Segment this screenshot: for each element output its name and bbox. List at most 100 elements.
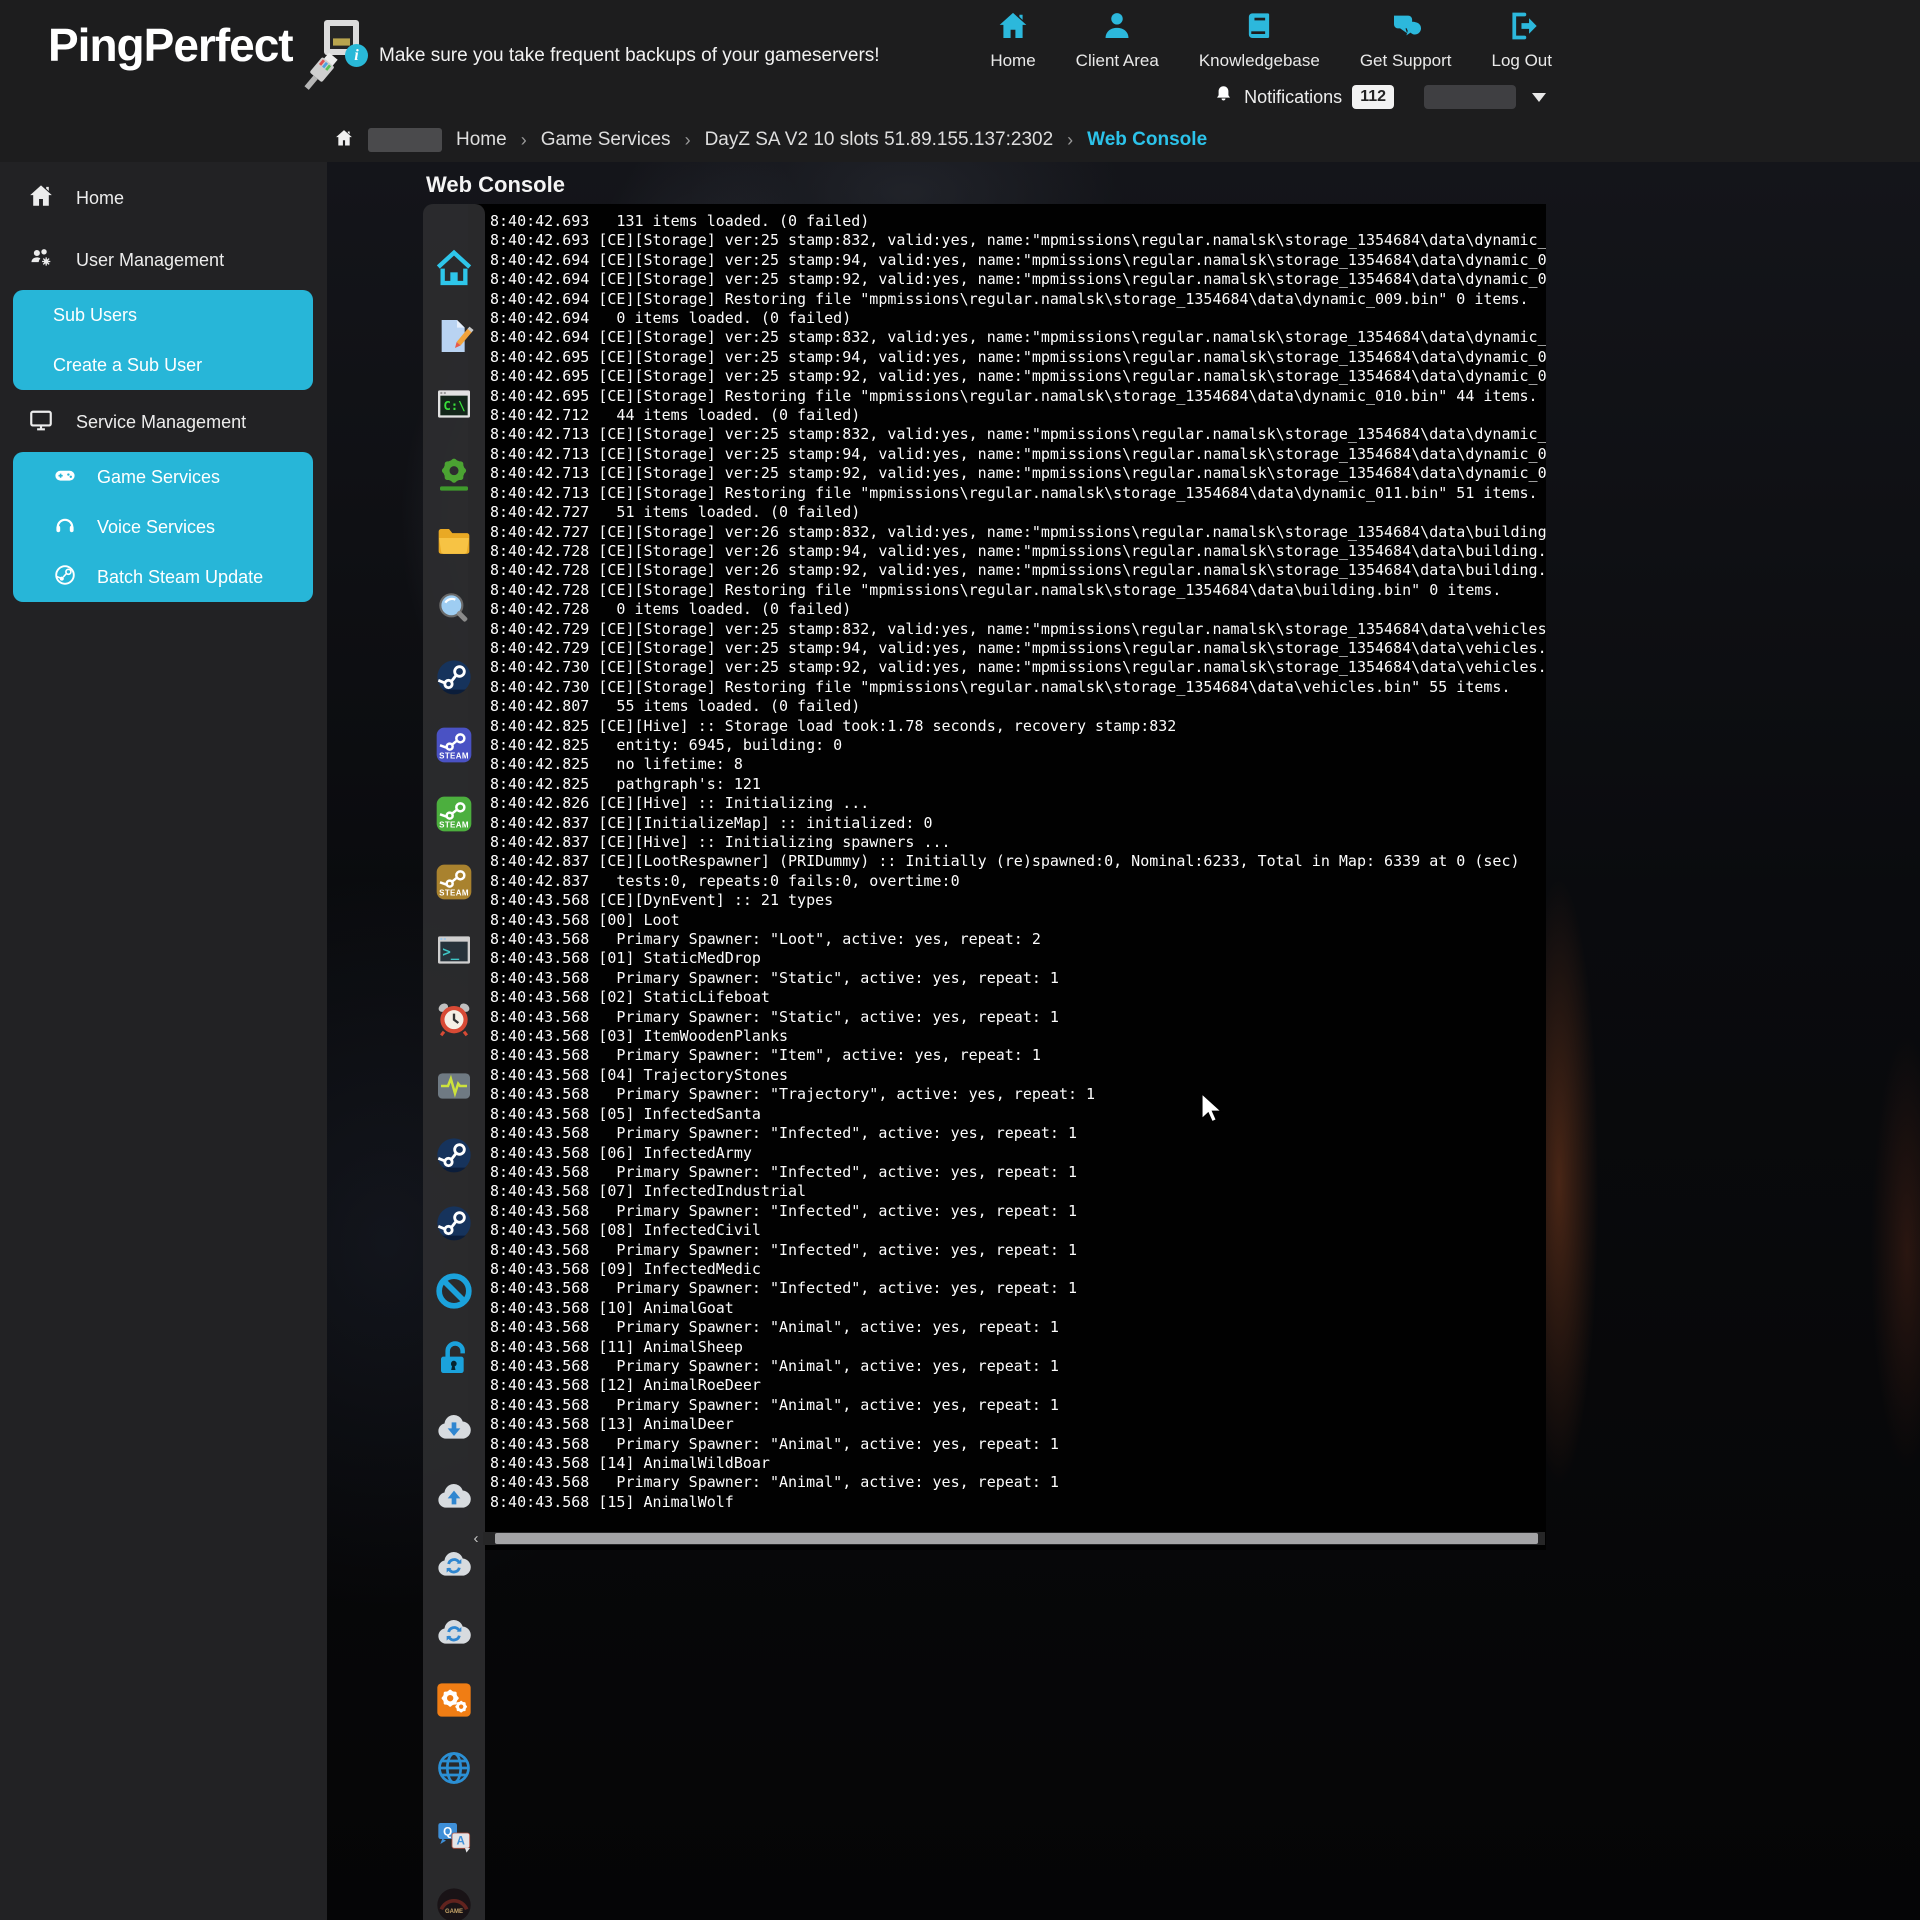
notifications-label[interactable]: Notifications [1244, 87, 1342, 108]
users-gear-icon [28, 245, 54, 276]
logout-icon [1506, 10, 1538, 47]
sidebar: Home User Management Sub Users Create a Su… [0, 0, 327, 1920]
chat-icon [1390, 10, 1422, 47]
breadcrumb-separator: › [1067, 130, 1073, 151]
home-icon [28, 183, 54, 214]
search-icon[interactable] [434, 589, 474, 629]
book-icon [1243, 10, 1275, 47]
cloud-upload-icon[interactable] [434, 1476, 474, 1516]
cloud-sync-icon[interactable] [434, 1544, 474, 1584]
backup-notice: i Make sure you take frequent backups of… [345, 44, 880, 67]
svg-text:C:\: C:\ [443, 399, 465, 413]
ban-icon[interactable] [434, 1271, 474, 1311]
sidebar-item-label: Batch Steam Update [97, 567, 263, 588]
sidebar-item-label: Create a Sub User [53, 355, 202, 376]
sidebar-item-batch-steam-update[interactable]: Batch Steam Update [13, 552, 313, 602]
sidebar-item-home[interactable]: Home [0, 176, 327, 220]
home-icon [997, 10, 1029, 47]
breadcrumb-item[interactable]: Game Services [541, 129, 671, 151]
scrollbar-thumb[interactable] [495, 1533, 1538, 1544]
steam-gold-icon[interactable]: STEAM [434, 862, 474, 902]
monitor-icon [28, 407, 54, 438]
sidebar-submenu-panel: Sub Users Create a Sub User [13, 290, 313, 390]
steam-blue-icon[interactable]: STEAM [434, 725, 474, 765]
headset-icon [53, 513, 77, 542]
sidebar-item-label: User Management [76, 250, 224, 271]
terminal-prompt-icon[interactable]: >_ [434, 930, 474, 970]
nav-home[interactable]: Home [990, 10, 1035, 71]
nav-label: Log Out [1492, 51, 1553, 71]
file-edit-icon[interactable] [434, 316, 474, 356]
cloud-sync-icon[interactable] [434, 1612, 474, 1652]
nav-get-support[interactable]: Get Support [1360, 10, 1452, 71]
svg-text:>_: >_ [442, 945, 459, 961]
breadcrumb-item[interactable]: Web Console [1087, 129, 1207, 151]
folder-icon[interactable] [434, 521, 474, 561]
bell-icon [1213, 84, 1234, 110]
notifications-count-badge[interactable]: 112 [1352, 85, 1394, 109]
breadcrumb-separator: › [685, 130, 691, 151]
nav-label: Home [990, 51, 1035, 71]
svg-text:STEAM: STEAM [439, 820, 469, 829]
steam-icon[interactable] [434, 1135, 474, 1175]
scrollbar-track[interactable] [483, 1532, 1545, 1545]
sidebar-item-label: Home [76, 188, 124, 209]
svg-text:A: A [456, 1834, 465, 1847]
breadcrumb-separator: › [521, 130, 527, 151]
breadcrumb-home-icon[interactable] [334, 128, 354, 152]
sidebar-item-user-management[interactable]: User Management [0, 238, 327, 282]
person-icon [1101, 10, 1133, 47]
sidebar-item-label: Voice Services [97, 517, 215, 538]
svg-text:GAME: GAME [445, 1909, 463, 1915]
nav-log-out[interactable]: Log Out [1492, 10, 1553, 71]
sidebar-submenu-panel: Game Services Voice Services Batch Steam U… [13, 452, 313, 602]
sidebar-item-game-services[interactable]: Game Services [13, 452, 313, 502]
info-icon: i [345, 44, 368, 67]
translate-icon[interactable]: QA [434, 1817, 474, 1857]
sidebar-item-label: Sub Users [53, 305, 137, 326]
game-logo-icon[interactable]: GAME [434, 1885, 474, 1920]
dos-terminal-icon[interactable]: C:\ [434, 384, 474, 424]
web-console-panel: 8:40:42.693 131 items loaded. (0 failed)… [468, 204, 1546, 1550]
sidebar-item-service-management[interactable]: Service Management [0, 400, 327, 444]
gears-icon[interactable] [434, 1680, 474, 1720]
console-log: 8:40:42.693 131 items loaded. (0 failed)… [490, 212, 1546, 1512]
top-nav: Home Client Area Knowledgebase Get Suppo… [990, 10, 1552, 71]
steam-icon [53, 563, 77, 592]
scroll-left-arrow-icon[interactable]: ‹ [469, 1532, 483, 1546]
gear-icon[interactable] [434, 453, 474, 493]
chevron-down-icon[interactable] [1532, 93, 1546, 102]
cloud-download-icon[interactable] [434, 1407, 474, 1447]
breadcrumb-redacted [368, 128, 442, 152]
svg-text:Q: Q [443, 1825, 452, 1838]
breadcrumb-item[interactable]: DayZ SA V2 10 slots 51.89.155.137:2302 [705, 129, 1054, 151]
sidebar-item-voice-services[interactable]: Voice Services [13, 502, 313, 552]
console-icon-toolbar: C:\ STEAM STEAM STEAM >_ QA GAME [423, 204, 485, 1920]
svg-text:STEAM: STEAM [439, 751, 469, 760]
steam-icon[interactable] [434, 657, 474, 697]
alarm-clock-icon[interactable] [434, 998, 474, 1038]
nav-label: Get Support [1360, 51, 1452, 71]
unlock-icon[interactable] [434, 1339, 474, 1379]
nav-label: Knowledgebase [1199, 51, 1320, 71]
sidebar-item-sub-users[interactable]: Sub Users [13, 290, 313, 340]
svg-text:STEAM: STEAM [439, 888, 469, 897]
notice-text: Make sure you take frequent backups of y… [379, 45, 880, 67]
brand-name: PingPerfect [48, 18, 293, 72]
breadcrumb: Home › Game Services › DayZ SA V2 10 slots 5… [334, 128, 1207, 152]
breadcrumb-item[interactable]: Home [456, 129, 507, 151]
activity-monitor-icon[interactable] [434, 1066, 474, 1106]
home-icon[interactable] [434, 248, 474, 288]
horizontal-scrollbar[interactable]: ‹ [469, 1531, 1545, 1546]
page-title: Web Console [426, 172, 565, 198]
gamepad-icon [53, 463, 77, 492]
steam-icon[interactable] [434, 1203, 474, 1243]
nav-knowledgebase[interactable]: Knowledgebase [1199, 10, 1320, 71]
nav-client-area[interactable]: Client Area [1076, 10, 1159, 71]
globe-icon[interactable] [434, 1748, 474, 1788]
username-redacted[interactable] [1424, 85, 1516, 109]
sidebar-item-label: Game Services [97, 467, 220, 488]
sidebar-item-create-a-sub-user[interactable]: Create a Sub User [13, 340, 313, 390]
notifications-row[interactable]: Notifications 112 [1213, 83, 1546, 111]
steam-green-icon[interactable]: STEAM [434, 794, 474, 834]
